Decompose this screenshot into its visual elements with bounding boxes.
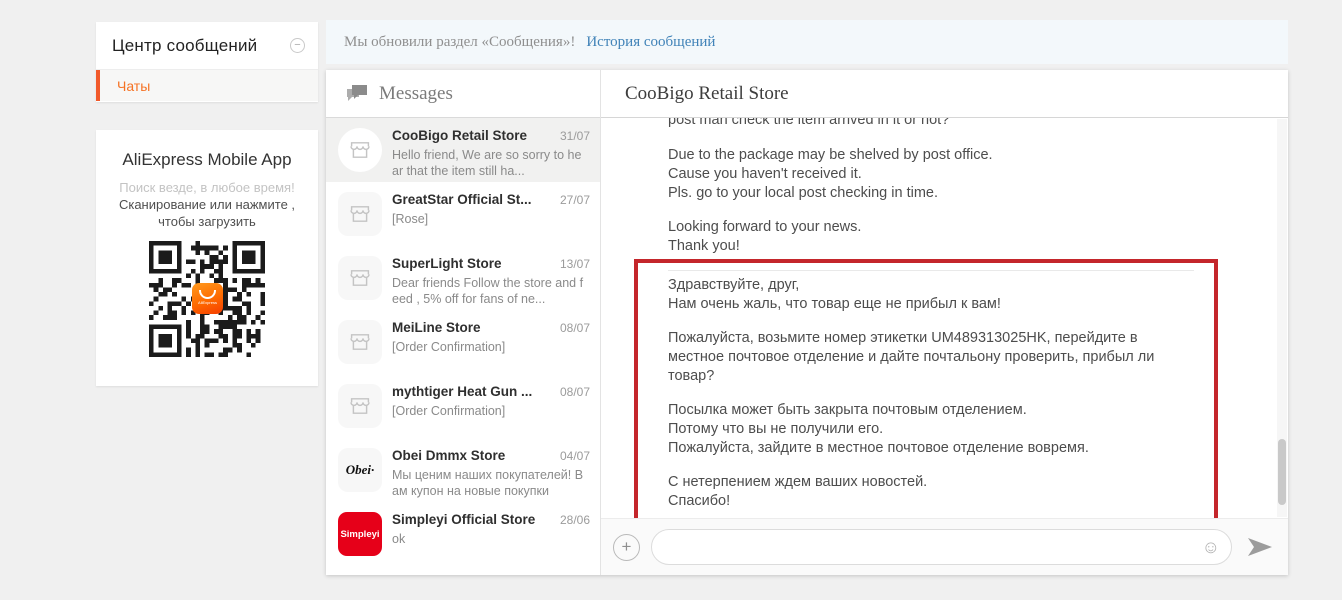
- chat-scrollbar-thumb[interactable]: [1278, 439, 1286, 505]
- storefront-icon: [348, 138, 372, 162]
- conversation-item[interactable]: mythtiger Heat Gun ... 08/07 [Order Conf…: [326, 374, 600, 438]
- mobile-app-card: AliExpress Mobile App Поиск везде, в люб…: [96, 130, 318, 386]
- mobile-app-instruction-line1: Сканирование или нажмите ,: [118, 197, 296, 212]
- message-history-link[interactable]: История сообщений: [586, 34, 715, 51]
- conversation-name: Obei Dmmx Store: [392, 448, 506, 463]
- message-center-card: Центр сообщений − Чаты: [96, 22, 318, 102]
- collapse-icon[interactable]: −: [290, 38, 305, 53]
- aliexpress-logo: AliExpress: [192, 283, 223, 314]
- conversation-preview: Dear friends Follow the store and f eed ,…: [392, 276, 584, 306]
- storefront-icon: [348, 330, 372, 354]
- emoji-icon[interactable]: ☺: [1202, 538, 1220, 556]
- obei-logo-avatar: Obei·: [338, 448, 382, 492]
- chat-scrollbar-track[interactable]: [1277, 119, 1287, 517]
- aliexpress-logo-label: AliExpress: [198, 300, 217, 305]
- conversation-name: Simpleyi Official Store: [392, 512, 536, 527]
- send-button[interactable]: [1248, 538, 1272, 556]
- store-avatar: [338, 256, 382, 300]
- conversation-list-column: Messages CooBigo Retail Store 31/07 Hell…: [326, 70, 601, 575]
- update-banner: Мы обновили раздел «Сообщения»! История …: [326, 20, 1288, 64]
- messages-header: Messages: [326, 70, 600, 118]
- conversation-name: MeiLine Store: [392, 320, 481, 335]
- mobile-app-subtitle: Поиск везде, в любое время!: [119, 180, 295, 195]
- clipped-message-line: post man check the item arrived in it or…: [668, 118, 950, 128]
- aliexpress-smile-icon: [199, 290, 216, 299]
- chat-title: CooBigo Retail Store: [601, 70, 1288, 118]
- message-center-title: Центр сообщений: [112, 35, 258, 55]
- conversation-list: CooBigo Retail Store 31/07 Hello friend,…: [326, 118, 600, 575]
- conversation-body: Obei Dmmx Store 04/07 Мы ценим наших пок…: [392, 448, 590, 502]
- mobile-app-title: AliExpress Mobile App: [122, 150, 292, 169]
- messages-icon: [347, 85, 367, 101]
- conversation-item[interactable]: CooBigo Retail Store 31/07 Hello friend,…: [326, 118, 600, 182]
- conversation-date: 04/07: [559, 449, 590, 463]
- conversation-body: GreatStar Official St... 27/07 [Rose]: [392, 192, 590, 246]
- message-center-header: Центр сообщений −: [96, 22, 318, 70]
- translation-highlight-box: Здравствуйте, друг, Нам очень жаль, что т…: [634, 259, 1218, 518]
- conversation-name: mythtiger Heat Gun ...: [392, 384, 533, 399]
- message-composer: + ☺: [601, 518, 1288, 575]
- attach-button[interactable]: +: [613, 533, 640, 561]
- send-icon: [1248, 538, 1272, 556]
- messages-panel: Messages CooBigo Retail Store 31/07 Hell…: [326, 70, 1288, 575]
- conversation-item[interactable]: Obei· Obei Dmmx Store 04/07 Мы ценим наш…: [326, 438, 600, 502]
- conversation-body: mythtiger Heat Gun ... 08/07 [Order Conf…: [392, 384, 590, 438]
- conversation-date: 27/07: [559, 193, 590, 207]
- simpleyi-logo-avatar: Simpleyi: [338, 512, 382, 556]
- conversation-preview: ok: [392, 532, 406, 546]
- conversation-date: 28/06: [559, 513, 590, 527]
- conversation-name: GreatStar Official St...: [392, 192, 532, 207]
- conversation-preview: [Order Confirmation]: [392, 340, 506, 354]
- message-input[interactable]: [666, 532, 1202, 562]
- english-message: Due to the package may be shelved by pos…: [668, 147, 993, 254]
- conversation-item[interactable]: SuperLight Store 13/07 Dear friends Foll…: [326, 246, 600, 310]
- chat-message-area: post man check the item arrived in it or…: [601, 118, 1288, 518]
- conversation-item[interactable]: GreatStar Official St... 27/07 [Rose]: [326, 182, 600, 246]
- conversation-preview: Hello friend, We are so sorry to he ar th…: [392, 148, 582, 178]
- storefront-icon: [348, 202, 372, 226]
- storefront-icon: [348, 266, 372, 290]
- mobile-app-instruction-line2: чтобы загрузить: [158, 214, 256, 229]
- conversation-body: CooBigo Retail Store 31/07 Hello friend,…: [392, 128, 590, 182]
- conversation-preview: [Rose]: [392, 212, 429, 226]
- conversation-date: 31/07: [559, 129, 590, 143]
- conversation-date: 08/07: [559, 321, 590, 335]
- conversation-preview: Мы ценим наших покупателей! Вам купон на…: [392, 468, 584, 498]
- conversation-item[interactable]: Simpleyi Simpleyi Official Store 28/06 o…: [326, 502, 600, 566]
- store-avatar: [338, 384, 382, 428]
- store-avatar: [338, 320, 382, 364]
- storefront-icon: [348, 394, 372, 418]
- sidebar-item-chats-label: Чаты: [117, 77, 151, 94]
- messages-header-label: Messages: [379, 82, 453, 104]
- translated-message: Здравствуйте, друг, Нам очень жаль, что т…: [668, 277, 1155, 509]
- chat-column: CooBigo Retail Store post man check the …: [601, 70, 1288, 575]
- conversation-name: SuperLight Store: [392, 256, 502, 271]
- qr-code: AliExpress: [149, 241, 265, 357]
- conversation-body: MeiLine Store 08/07 [Order Confirmation]: [392, 320, 590, 374]
- message-divider: [668, 270, 1194, 271]
- conversation-item[interactable]: MeiLine Store 08/07 [Order Confirmation]: [326, 310, 600, 374]
- sidebar-item-chats[interactable]: Чаты: [96, 70, 318, 101]
- conversation-body: SuperLight Store 13/07 Dear friends Foll…: [392, 256, 590, 310]
- conversation-body: Simpleyi Official Store 28/06 ok: [392, 512, 590, 566]
- message-input-pill[interactable]: ☺: [651, 529, 1232, 565]
- conversation-date: 13/07: [559, 257, 590, 271]
- conversation-date: 08/07: [559, 385, 590, 399]
- conversation-name: CooBigo Retail Store: [392, 128, 528, 143]
- store-avatar: [338, 192, 382, 236]
- store-avatar: [338, 128, 382, 172]
- conversation-preview: [Order Confirmation]: [392, 404, 506, 418]
- update-banner-text: Мы обновили раздел «Сообщения»!: [344, 33, 576, 50]
